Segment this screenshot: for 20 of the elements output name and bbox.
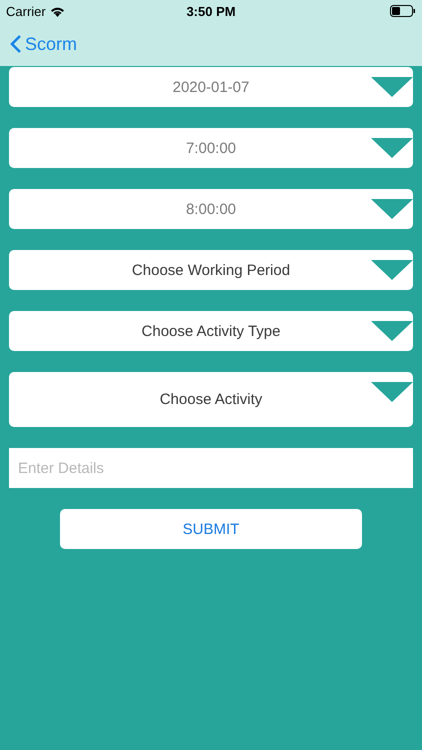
dropdown[interactable]: 2020-01-07: [9, 67, 413, 107]
submit-button[interactable]: SUBMIT: [60, 509, 362, 549]
wifi-icon: [50, 6, 65, 16]
back-button[interactable]: Scorm: [10, 34, 78, 54]
dropdown-triangle-icon: [371, 138, 413, 158]
carrier-label: Carrier: [6, 4, 46, 18]
dropdown-triangle-icon: [371, 77, 413, 97]
dropdown[interactable]: Choose Working Period: [9, 250, 413, 290]
dropdown-triangle-icon: [371, 382, 413, 402]
dropdown-triangle-icon: [371, 199, 413, 219]
battery-icon: [390, 5, 416, 17]
dropdown[interactable]: 8:00:00: [9, 189, 413, 229]
details-field[interactable]: Enter Details: [9, 448, 413, 488]
chevron-left-icon: [10, 34, 22, 54]
clock-time: 3:50 PM: [186, 4, 236, 18]
dropdown[interactable]: 7:00:00: [9, 128, 413, 168]
dropdown-triangle-icon: [371, 260, 413, 280]
dropdown-triangle-icon: [371, 321, 413, 341]
dropdown[interactable]: Choose Activity: [9, 372, 413, 427]
dropdown[interactable]: Choose Activity Type: [9, 311, 413, 351]
